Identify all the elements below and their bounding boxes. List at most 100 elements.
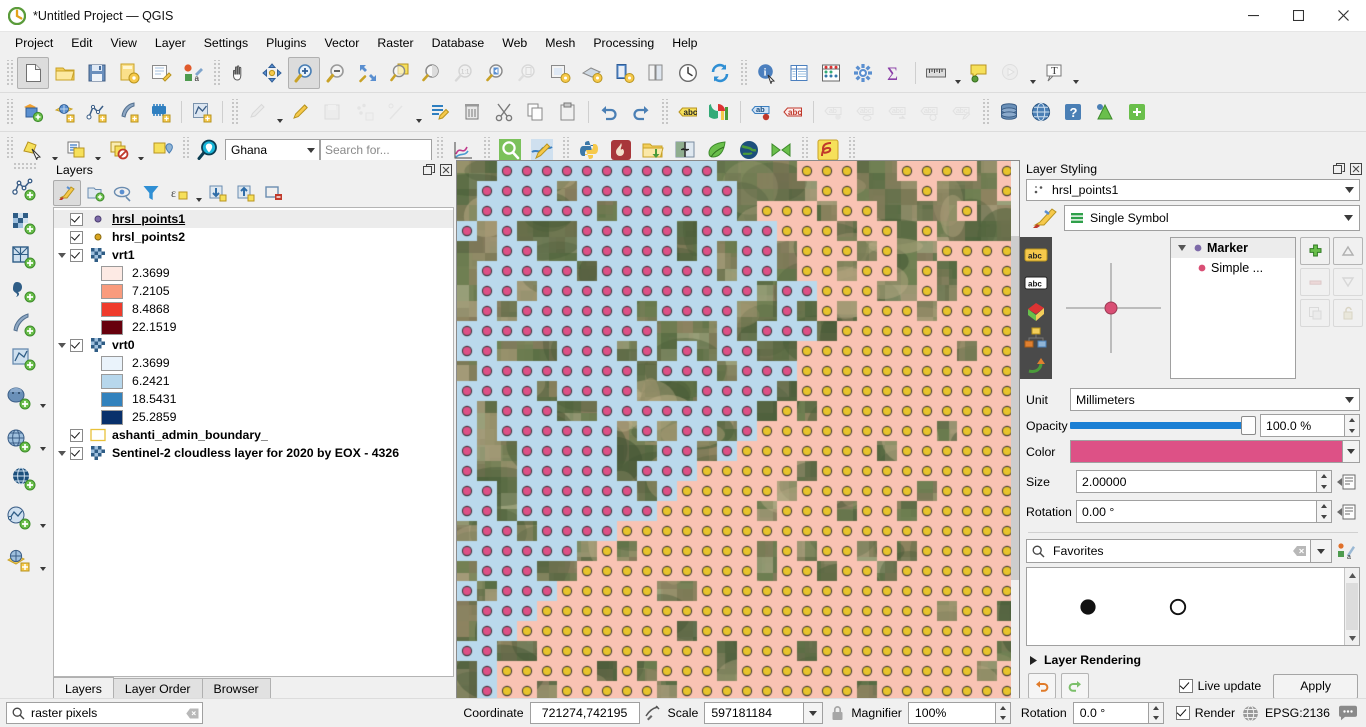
add-symbol-layer-button[interactable]: [1300, 237, 1330, 266]
current-edits-button[interactable]: [242, 96, 274, 128]
zoom-in-button[interactable]: [288, 57, 320, 89]
remove-symbol-layer-button[interactable]: [1300, 268, 1330, 297]
chevron-down-icon[interactable]: [38, 539, 49, 582]
collapse-all-icon[interactable]: [232, 180, 260, 206]
pin-labels-button[interactable]: abc: [777, 96, 809, 128]
filter-legend-expression-icon[interactable]: ε: [165, 180, 193, 206]
add-arcgis-layer-icon[interactable]: [2, 501, 38, 535]
renderer-type-combo[interactable]: Single Symbol: [1064, 205, 1360, 232]
hollow-circle-symbol[interactable]: [1133, 596, 1223, 618]
rotate-label-button[interactable]: abc: [882, 96, 914, 128]
clear-icon[interactable]: [182, 708, 202, 719]
add-raster-layer-icon[interactable]: [7, 206, 43, 240]
geocoder-country-combo[interactable]: Ghana: [225, 138, 320, 162]
close-button[interactable]: [1321, 0, 1366, 31]
zoom-to-layer-button[interactable]: [416, 57, 448, 89]
layer-tree-item-hrsl-points2[interactable]: hrsl_points2: [54, 228, 453, 246]
zoom-to-selection-button[interactable]: [384, 57, 416, 89]
style-manager-button[interactable]: a: [177, 57, 209, 89]
scale-value[interactable]: 597181184: [704, 702, 805, 724]
live-update-checkbox[interactable]: [1178, 679, 1193, 693]
new-text-annotation-button[interactable]: T: [1038, 57, 1070, 89]
vertex-tool-caret[interactable]: [413, 93, 424, 132]
add-vector-tile-layer-icon[interactable]: [7, 342, 43, 376]
symbol-tree-item-simple-marker[interactable]: Simple ...: [1171, 258, 1295, 278]
add-mesh-layer-icon[interactable]: [7, 240, 43, 274]
minimize-button[interactable]: [1231, 0, 1276, 31]
magnifier-stepper[interactable]: [995, 702, 1011, 724]
chevron-down-icon[interactable]: [38, 376, 49, 419]
render-checkbox[interactable]: [1175, 706, 1190, 720]
crs-value[interactable]: EPSG:2136: [1265, 706, 1330, 720]
slider-handle[interactable]: [1241, 416, 1256, 436]
new-print-layout-button[interactable]: [145, 57, 177, 89]
osm-download-button[interactable]: [1025, 96, 1057, 128]
undock-icon[interactable]: [1332, 162, 1346, 176]
modify-attributes-button[interactable]: [424, 96, 456, 128]
manage-map-themes-icon[interactable]: [109, 180, 137, 206]
map-tips-button[interactable]: [963, 57, 995, 89]
live-update-toggle[interactable]: Live update: [1178, 679, 1261, 693]
rotation-stepper[interactable]: [1148, 702, 1164, 724]
add-postgis-layer-icon[interactable]: [2, 381, 38, 415]
coordinate-value[interactable]: 721274,742195: [529, 702, 640, 724]
redo-button[interactable]: [1061, 673, 1089, 699]
measure-dropdown-caret[interactable]: [952, 54, 963, 93]
messages-icon[interactable]: [1330, 705, 1366, 722]
crs-globe-icon[interactable]: [1235, 705, 1265, 722]
rotation-stepper[interactable]: [1317, 500, 1332, 524]
unit-combo[interactable]: Millimeters: [1070, 388, 1360, 412]
menu-database[interactable]: Database: [423, 33, 494, 54]
add-3d-layer-icon[interactable]: [2, 544, 38, 578]
layer-tree-item-hr sl-points1[interactable]: hrsl_points1: [54, 210, 453, 228]
save-project-button[interactable]: [81, 57, 113, 89]
layer-visibility-checkbox[interactable]: [70, 212, 83, 226]
delete-selected-button[interactable]: [456, 96, 488, 128]
new-project-button[interactable]: [17, 57, 49, 89]
layer-visibility-checkbox[interactable]: [70, 428, 83, 442]
tab-layers[interactable]: Layers: [53, 677, 114, 699]
color-swatch-button[interactable]: [1070, 440, 1343, 464]
sum-expression-button[interactable]: Σ: [879, 57, 911, 89]
label-layer-button[interactable]: abc: [672, 96, 704, 128]
symbol-tree-item-marker[interactable]: Marker: [1171, 238, 1295, 259]
locator-search-input[interactable]: raster pixels: [6, 702, 203, 724]
close-icon[interactable]: [1349, 162, 1363, 176]
opacity-stepper[interactable]: [1345, 414, 1360, 438]
map-vertical-scrollbar[interactable]: [1011, 161, 1019, 698]
annotation-caret[interactable]: [1070, 54, 1081, 93]
measure-line-button[interactable]: [920, 57, 952, 89]
add-vector-layer-button[interactable]: [17, 96, 49, 128]
toolbar-grip[interactable]: [660, 99, 669, 125]
layer-tree[interactable]: hrsl_points1 hrsl_points2 vrt1 2.3699 7.…: [53, 207, 454, 677]
scrollbar-thumb[interactable]: [1346, 583, 1358, 630]
menu-web[interactable]: Web: [493, 33, 536, 54]
expand-arrow-icon[interactable]: [1030, 655, 1037, 665]
toolbar-grip[interactable]: [981, 99, 990, 125]
color-dropdown-caret[interactable]: [1343, 440, 1360, 464]
add-wms-layer-icon[interactable]: [2, 424, 38, 458]
show-hide-labels-button[interactable]: ab: [818, 96, 850, 128]
opacity-value-input[interactable]: 100.0 %: [1260, 414, 1345, 438]
close-icon[interactable]: [439, 163, 453, 177]
new-shapefile-layer-button[interactable]: [186, 96, 218, 128]
collapse-arrow-icon[interactable]: [1175, 245, 1189, 252]
menu-project[interactable]: Project: [6, 33, 62, 54]
chevron-down-icon[interactable]: [38, 496, 49, 539]
actions-icon[interactable]: [1022, 352, 1050, 380]
filled-circle-symbol[interactable]: [1043, 596, 1133, 618]
symbol-filter-combo[interactable]: Favorites: [1026, 539, 1311, 564]
plugin-manager-button[interactable]: [1089, 96, 1121, 128]
statistical-summary-button[interactable]: [815, 57, 847, 89]
new-map-view-button[interactable]: [544, 57, 576, 89]
paste-features-button[interactable]: [552, 96, 584, 128]
move-label-button[interactable]: abc: [850, 96, 882, 128]
open-layer-styling-panel-icon[interactable]: [53, 180, 81, 206]
map-canvas[interactable]: [456, 160, 1020, 699]
python-plugin-button[interactable]: [1121, 96, 1153, 128]
temporal-controller-button[interactable]: [672, 57, 704, 89]
symbol-library-list[interactable]: [1026, 567, 1360, 646]
scale-dropdown-caret[interactable]: [804, 702, 824, 724]
toolbar-grip[interactable]: [739, 60, 748, 86]
scrollbar-thumb[interactable]: [1011, 236, 1019, 580]
